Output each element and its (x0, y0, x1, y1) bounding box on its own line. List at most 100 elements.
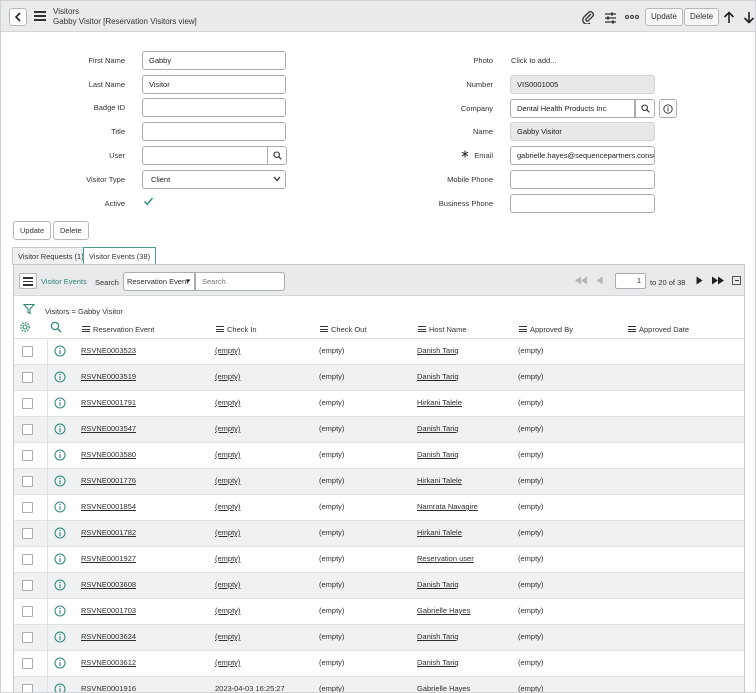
info-icon[interactable] (54, 683, 66, 693)
info-icon[interactable] (54, 631, 66, 643)
cell-reservation-event[interactable]: RSVNE0001854 (81, 502, 136, 511)
user-input[interactable] (142, 146, 268, 165)
cell-host-name[interactable]: Danish Tariq (417, 580, 459, 589)
cell-check-in[interactable]: 2023-04-03 16:25:27 (215, 684, 285, 692)
row-checkbox[interactable] (22, 346, 33, 357)
more-options-icon[interactable] (625, 10, 639, 24)
user-lookup-button[interactable] (267, 146, 287, 165)
header-delete-button[interactable]: Delete (684, 8, 720, 26)
table-row[interactable]: RSVNE0001782 (empty) (empty) Hirkani Talele… (14, 520, 744, 547)
gear-icon[interactable] (19, 321, 31, 335)
settings-sliders-icon[interactable] (603, 10, 617, 24)
cell-reservation-event[interactable]: RSVNE0003608 (81, 580, 136, 589)
header-update-button[interactable]: Update (645, 8, 683, 26)
cell-check-in[interactable]: (empty) (215, 424, 240, 433)
table-row[interactable]: RSVNE0003547 (empty) (empty) Danish Tariq (e… (14, 416, 744, 443)
table-row[interactable]: RSVNE0003608 (empty) (empty) Danish Tariq (e… (14, 572, 744, 599)
column-header-approved-by[interactable]: Approved By (519, 322, 573, 336)
prev-page-icon[interactable] (596, 276, 603, 287)
info-icon[interactable] (54, 605, 66, 617)
visitor-type-select[interactable]: Client (142, 170, 286, 189)
list-menu-button[interactable] (19, 273, 37, 289)
cell-host-name[interactable]: Danish Tariq (417, 424, 459, 433)
search-field-select[interactable]: Reservation Event (123, 272, 195, 291)
cell-check-in[interactable]: (empty) (215, 580, 240, 589)
form-update-button[interactable]: Update (13, 221, 52, 240)
table-row[interactable]: RSVNE0003612 (empty) (empty) Danish Tariq (e… (14, 650, 744, 677)
info-icon[interactable] (54, 501, 66, 513)
table-row[interactable]: RSVNE0001916 2023-04-03 16:25:27 (empty) Ga… (14, 676, 744, 693)
cell-host-name[interactable]: Hirkani Talele (417, 476, 462, 485)
table-row[interactable]: RSVNE0001791 (empty) (empty) Hirkani Talele… (14, 390, 744, 417)
company-input[interactable]: Dental Health Products Inc (510, 99, 635, 118)
cell-check-in[interactable]: (empty) (215, 502, 240, 511)
row-checkbox[interactable] (22, 372, 33, 383)
info-icon[interactable] (54, 345, 66, 357)
filter-icon[interactable] (22, 303, 36, 317)
table-row[interactable]: RSVNE0003624 (empty) (empty) Danish Tariq (e… (14, 624, 744, 651)
info-icon[interactable] (54, 449, 66, 461)
info-icon[interactable] (54, 579, 66, 591)
list-search-input[interactable] (195, 272, 285, 291)
info-icon[interactable] (54, 397, 66, 409)
company-lookup-button[interactable] (635, 99, 655, 118)
row-checkbox[interactable] (22, 658, 33, 669)
company-info-button[interactable] (659, 99, 677, 118)
info-icon[interactable] (54, 657, 66, 669)
table-row[interactable]: RSVNE0001927 (empty) (empty) Reservation us… (14, 546, 744, 573)
cell-reservation-event[interactable]: RSVNE0001782 (81, 528, 136, 537)
table-row[interactable]: RSVNE0001703 (empty) (empty) Gabrielle Haye… (14, 598, 744, 625)
menu-icon[interactable] (34, 11, 46, 21)
cell-host-name[interactable]: Danish Tariq (417, 346, 459, 355)
info-icon[interactable] (54, 423, 66, 435)
page-number-input[interactable]: 1 (615, 273, 646, 289)
table-row[interactable]: RSVNE0003580 (empty) (empty) Danish Tariq (e… (14, 442, 744, 469)
cell-reservation-event[interactable]: RSVNE0001776 (81, 476, 136, 485)
cell-check-in[interactable]: (empty) (215, 554, 240, 563)
column-header-host-name[interactable]: Host Name (418, 322, 467, 336)
cell-host-name[interactable]: Danish Tariq (417, 658, 459, 667)
cell-reservation-event[interactable]: RSVNE0003547 (81, 424, 136, 433)
back-button[interactable] (9, 8, 27, 26)
cell-host-name[interactable]: Gabrielle Hayes (417, 684, 470, 692)
cell-check-in[interactable]: (empty) (215, 632, 240, 641)
cell-reservation-event[interactable]: RSVNE0001927 (81, 554, 136, 563)
table-row[interactable]: RSVNE0003519 (empty) (empty) Danish Tariq (e… (14, 364, 744, 391)
collapse-list-icon[interactable] (732, 276, 741, 285)
cell-reservation-event[interactable]: RSVNE0001703 (81, 606, 136, 615)
cell-host-name[interactable]: Danish Tariq (417, 632, 459, 641)
cell-reservation-event[interactable]: RSVNE0001791 (81, 398, 136, 407)
row-checkbox[interactable] (22, 502, 33, 513)
cell-check-in[interactable]: (empty) (215, 606, 240, 615)
cell-reservation-event[interactable]: RSVNE0003580 (81, 450, 136, 459)
row-checkbox[interactable] (22, 684, 33, 692)
cell-check-in[interactable]: (empty) (215, 398, 240, 407)
cell-check-in[interactable]: (empty) (215, 658, 240, 667)
cell-check-in[interactable]: (empty) (215, 476, 240, 485)
info-icon[interactable] (54, 371, 66, 383)
mobile-phone-input[interactable] (510, 170, 655, 189)
photo-add-link[interactable]: Click to add... (511, 56, 556, 65)
column-header-check-in[interactable]: Check In (216, 322, 257, 336)
email-input[interactable]: gabrielle.hayes@sequencepartners.consu (510, 146, 655, 165)
row-checkbox[interactable] (22, 528, 33, 539)
next-page-icon[interactable] (696, 276, 703, 287)
cell-check-in[interactable]: (empty) (215, 450, 240, 459)
row-checkbox[interactable] (22, 632, 33, 643)
info-icon[interactable] (54, 527, 66, 539)
cell-reservation-event[interactable]: RSVNE0003624 (81, 632, 136, 641)
form-delete-button[interactable]: Delete (53, 221, 89, 240)
cell-reservation-event[interactable]: RSVNE0003519 (81, 372, 136, 381)
cell-host-name[interactable]: Reservation user (417, 554, 474, 563)
row-checkbox[interactable] (22, 476, 33, 487)
business-phone-input[interactable] (510, 194, 655, 213)
cell-check-in[interactable]: (empty) (215, 346, 240, 355)
cell-check-in[interactable]: (empty) (215, 528, 240, 537)
cell-reservation-event[interactable]: RSVNE0001916 (81, 684, 136, 692)
table-row[interactable]: RSVNE0003523 (empty) (empty) Danish Tariq (e… (14, 338, 744, 365)
row-checkbox[interactable] (22, 424, 33, 435)
badge-id-input[interactable] (142, 98, 286, 117)
filter-breadcrumb[interactable]: Visitors = Gabby Visitor (45, 307, 123, 316)
cell-host-name[interactable]: Namrata Navagire (417, 502, 478, 511)
info-icon[interactable] (54, 553, 66, 565)
